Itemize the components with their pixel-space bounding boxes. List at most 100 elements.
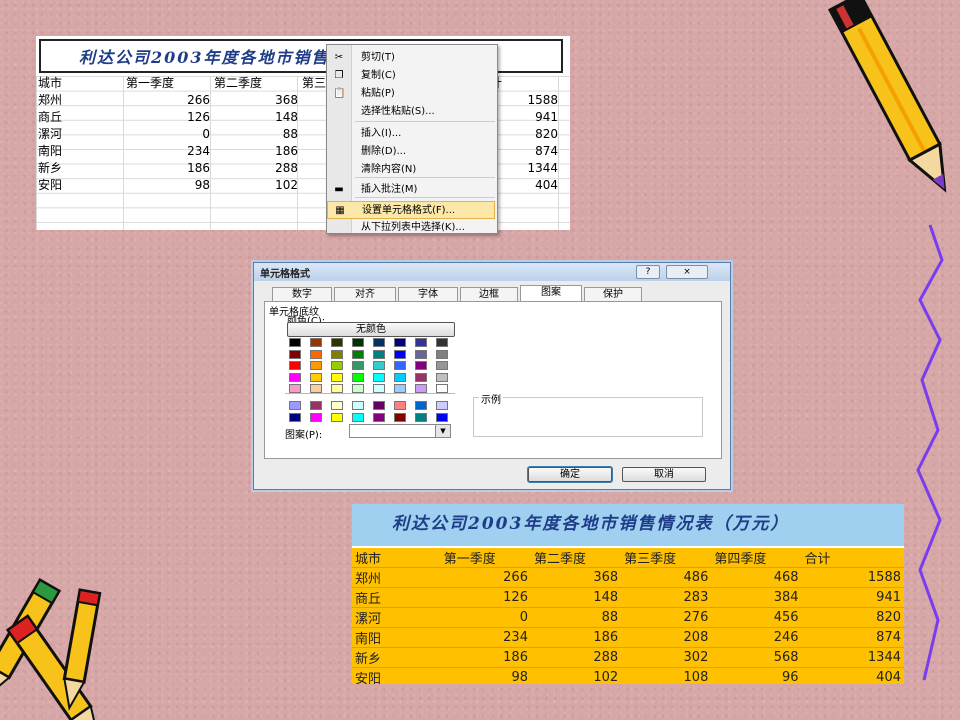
color-swatch[interactable] — [373, 384, 385, 393]
column-header[interactable]: 城市 — [352, 548, 441, 568]
color-swatch[interactable] — [310, 338, 322, 347]
value-cell[interactable]: 368 — [530, 567, 622, 588]
dialog-tab[interactable]: 对齐 — [334, 287, 396, 302]
color-swatch[interactable] — [352, 412, 364, 422]
color-swatch[interactable] — [289, 412, 301, 422]
color-swatch[interactable] — [436, 372, 448, 382]
color-swatch[interactable] — [352, 401, 364, 410]
color-swatch[interactable] — [331, 384, 343, 393]
color-swatch[interactable] — [373, 372, 385, 382]
color-swatch[interactable] — [289, 384, 301, 393]
color-swatch[interactable] — [331, 372, 343, 382]
menu-item[interactable]: 从下拉列表中选择(K)... — [327, 219, 495, 233]
value-cell[interactable]: 186 — [530, 627, 622, 648]
color-swatch[interactable] — [436, 384, 448, 393]
value-cell[interactable]: 288 — [212, 159, 300, 176]
color-swatch[interactable] — [331, 361, 343, 370]
color-swatch[interactable] — [331, 338, 343, 347]
ok-button[interactable]: 确定 — [528, 467, 612, 482]
value-cell[interactable]: 126 — [124, 108, 212, 125]
color-swatch[interactable] — [310, 412, 322, 422]
color-swatch[interactable] — [310, 384, 322, 393]
color-swatch[interactable] — [352, 338, 364, 347]
value-cell[interactable]: 186 — [440, 647, 531, 668]
cancel-button[interactable]: 取消 — [622, 467, 706, 482]
color-swatch[interactable] — [394, 384, 406, 393]
value-cell[interactable]: 186 — [124, 159, 212, 176]
color-swatch[interactable] — [394, 349, 406, 359]
dialog-tab[interactable]: 图案 — [520, 285, 582, 302]
menu-item[interactable]: 选择性粘贴(S)... — [327, 103, 495, 121]
color-swatch[interactable] — [436, 338, 448, 347]
column-header[interactable]: 城市 — [36, 74, 124, 91]
column-header[interactable]: 第四季度 — [711, 548, 802, 568]
value-cell[interactable]: 98 — [440, 667, 531, 684]
value-cell[interactable]: 234 — [124, 142, 212, 159]
color-swatch[interactable] — [352, 384, 364, 393]
color-swatch[interactable] — [289, 401, 301, 410]
value-cell[interactable]: 148 — [212, 108, 300, 125]
color-swatch[interactable] — [289, 361, 301, 370]
menu-item[interactable]: 插入(I)... — [327, 125, 495, 143]
color-swatch[interactable] — [436, 361, 448, 370]
value-cell[interactable]: 102 — [212, 176, 300, 193]
value-cell[interactable]: 0 — [440, 607, 531, 628]
column-header[interactable]: 第二季度 — [530, 548, 622, 568]
city-cell[interactable]: 新乡 — [352, 647, 441, 668]
color-swatch[interactable] — [415, 412, 427, 422]
dialog-tab[interactable]: 边框 — [460, 287, 518, 302]
city-cell[interactable]: 新乡 — [36, 159, 124, 176]
dialog-tab[interactable]: 保护 — [584, 287, 642, 302]
color-swatch[interactable] — [394, 361, 406, 370]
value-cell[interactable]: 234 — [440, 627, 531, 648]
color-swatch[interactable] — [415, 349, 427, 359]
value-cell[interactable]: 266 — [124, 91, 212, 108]
help-button[interactable]: ? — [636, 265, 660, 279]
dialog-tab[interactable]: 字体 — [398, 287, 458, 302]
value-cell[interactable]: 266 — [440, 567, 531, 588]
color-swatch[interactable] — [415, 361, 427, 370]
value-cell[interactable]: 88 — [212, 125, 300, 142]
value-cell[interactable]: 486 — [621, 567, 712, 588]
color-swatch[interactable] — [373, 349, 385, 359]
pattern-dropdown[interactable]: ▼ — [349, 424, 451, 438]
value-cell[interactable]: 96 — [711, 667, 802, 684]
color-swatch[interactable] — [310, 349, 322, 359]
value-cell[interactable]: 186 — [212, 142, 300, 159]
value-cell[interactable]: 283 — [621, 587, 712, 608]
value-cell[interactable]: 456 — [711, 607, 802, 628]
color-swatch[interactable] — [373, 338, 385, 347]
menu-item[interactable]: ✂ 剪切(T) — [327, 49, 495, 67]
city-cell[interactable]: 商丘 — [36, 108, 124, 125]
color-swatch[interactable] — [310, 401, 322, 410]
value-cell[interactable]: 102 — [530, 667, 622, 684]
value-cell[interactable]: 288 — [530, 647, 622, 668]
city-cell[interactable]: 安阳 — [36, 176, 124, 193]
city-cell[interactable]: 郑州 — [36, 91, 124, 108]
no-color-button[interactable]: 无颜色 — [287, 322, 455, 337]
color-swatch[interactable] — [331, 349, 343, 359]
column-header[interactable]: 第一季度 — [124, 74, 212, 91]
city-cell[interactable]: 南阳 — [36, 142, 124, 159]
color-swatch[interactable] — [394, 338, 406, 347]
city-cell[interactable]: 商丘 — [352, 587, 441, 608]
menu-item[interactable]: 删除(D)... — [327, 143, 495, 161]
color-swatch[interactable] — [352, 349, 364, 359]
color-swatch[interactable] — [373, 412, 385, 422]
menu-item[interactable]: ❐ 复制(C) — [327, 67, 495, 85]
city-cell[interactable]: 漯河 — [36, 125, 124, 142]
color-swatch[interactable] — [394, 401, 406, 410]
value-cell[interactable]: 368 — [212, 91, 300, 108]
color-swatch[interactable] — [373, 361, 385, 370]
value-cell[interactable]: 302 — [621, 647, 712, 668]
menu-item[interactable]: 📋 粘贴(P) — [327, 85, 495, 103]
menu-item[interactable]: ▦ 设置单元格格式(F)... — [327, 201, 495, 219]
city-cell[interactable]: 漯河 — [352, 607, 441, 628]
value-cell[interactable]: 384 — [711, 587, 802, 608]
color-swatch[interactable] — [415, 384, 427, 393]
column-header[interactable]: 第一季度 — [440, 548, 531, 568]
color-swatch[interactable] — [415, 338, 427, 347]
color-swatch[interactable] — [436, 401, 448, 410]
color-swatch[interactable] — [331, 412, 343, 422]
color-swatch[interactable] — [415, 372, 427, 382]
